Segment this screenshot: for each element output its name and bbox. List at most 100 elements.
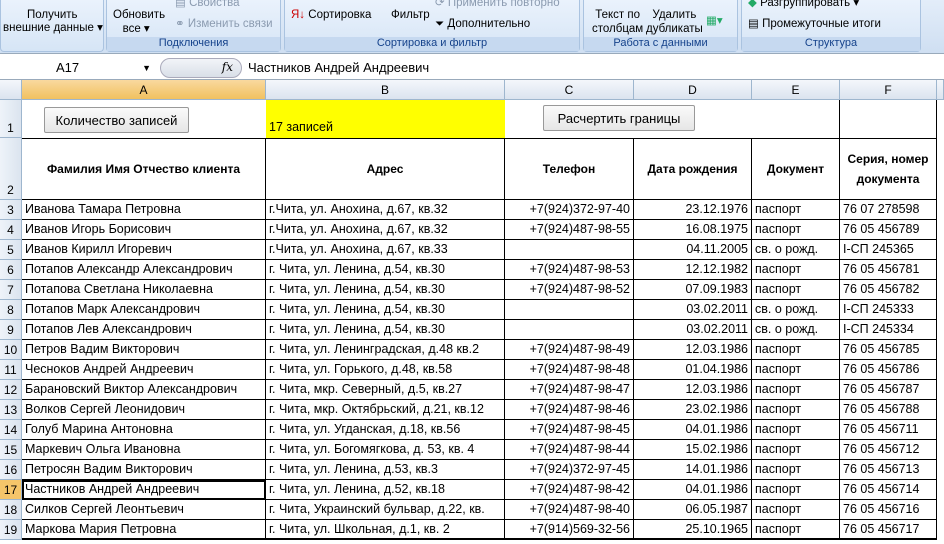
birth-date-cell[interactable]: 12.03.1986 [634,380,752,400]
row-header-15[interactable]: 15 [0,440,22,460]
birth-date-cell[interactable]: 14.01.1986 [634,460,752,480]
document-number-cell[interactable]: 76 05 456717 [840,520,937,540]
document-cell[interactable]: св. о рожд. [752,300,840,320]
birth-date-cell[interactable]: 07.09.1983 [634,280,752,300]
document-cell[interactable]: паспорт [752,480,840,500]
address-cell[interactable]: г. Чита, ул. Ленина, д.53, кв.3 [266,460,505,480]
phone-cell[interactable]: +7(924)487-98-42 [505,480,634,500]
row-header-19[interactable]: 19 [0,520,22,540]
address-cell[interactable]: г. Чита, ул. Ленина, д.54, кв.30 [266,300,505,320]
birth-date-cell[interactable]: 06.05.1987 [634,500,752,520]
data-validation-icon[interactable]: ▦▾ [706,14,723,28]
column-header-g[interactable] [937,80,944,100]
birth-date-cell[interactable]: 25.10.1965 [634,520,752,540]
phone-cell[interactable]: +7(914)569-32-56 [505,520,634,540]
address-cell[interactable]: г. Чита, ул. Угданская, д.18, кв.56 [266,420,505,440]
document-cell[interactable]: паспорт [752,280,840,300]
address-cell[interactable]: г.Чита, ул. Анохина, д.67, кв.33 [266,240,505,260]
document-number-cell[interactable]: 76 05 456786 [840,360,937,380]
document-number-cell[interactable]: 76 05 456713 [840,460,937,480]
row-header-2[interactable]: 2 [0,138,22,200]
row-header-5[interactable]: 5 [0,240,22,260]
address-cell[interactable]: г. Чита, ул. Ленина, д.54, кв.30 [266,280,505,300]
address-cell[interactable]: г. Чита, Украинский бульвар, д.22, кв. [266,500,505,520]
row-header-1[interactable]: 1 [0,100,22,138]
phone-cell[interactable]: +7(924)487-98-47 [505,380,634,400]
name-box[interactable]: A17 ▼ [0,58,155,78]
document-number-cell[interactable]: 76 05 456787 [840,380,937,400]
client-name-cell[interactable]: Волков Сергей Леонидович [22,400,266,420]
ungroup-button[interactable]: ◆ Разгруппировать ▾ [748,0,859,10]
document-cell[interactable]: паспорт [752,360,840,380]
address-cell[interactable]: г. Чита, ул. Школьная, д.1, кв. 2 [266,520,505,540]
client-name-cell[interactable]: Петросян Вадим Викторович [22,460,266,480]
client-name-cell[interactable]: Потапов Марк Александрович [22,300,266,320]
birth-date-cell[interactable]: 04.01.1986 [634,480,752,500]
phone-cell[interactable]: +7(924)487-98-52 [505,280,634,300]
phone-cell[interactable]: +7(924)487-98-55 [505,220,634,240]
row-header-10[interactable]: 10 [0,340,22,360]
phone-cell[interactable]: +7(924)487-98-53 [505,260,634,280]
text-to-columns-button[interactable]: Текст по столбцам [592,8,643,36]
row-header-12[interactable]: 12 [0,380,22,400]
birth-date-cell[interactable]: 23.02.1986 [634,400,752,420]
phone-cell[interactable]: +7(924)487-98-40 [505,500,634,520]
phone-cell[interactable] [505,300,634,320]
row-header-8[interactable]: 8 [0,300,22,320]
document-number-cell[interactable]: 76 05 456782 [840,280,937,300]
client-name-cell[interactable]: Иванов Игорь Борисович [22,220,266,240]
address-cell[interactable]: г.Чита, ул. Анохина, д.67, кв.32 [266,200,505,220]
document-number-cell[interactable]: 76 05 456711 [840,420,937,440]
chevron-down-icon[interactable]: ▼ [142,58,151,78]
document-cell[interactable]: паспорт [752,220,840,240]
filter-button[interactable]: Фильтр [391,8,430,22]
birth-date-cell[interactable]: 04.01.1986 [634,420,752,440]
document-cell[interactable]: паспорт [752,440,840,460]
phone-cell[interactable]: +7(924)372-97-40 [505,200,634,220]
draw-borders-button[interactable]: Расчертить границы [543,105,695,131]
document-number-cell[interactable]: 76 05 456716 [840,500,937,520]
column-header-A[interactable]: A [22,80,266,100]
client-name-cell[interactable]: Маркевич Ольга Ивановна [22,440,266,460]
document-cell[interactable]: паспорт [752,380,840,400]
sort-button[interactable]: Я↓ Сортировка [291,8,371,22]
client-name-cell[interactable]: Силков Сергей Леонтьевич [22,500,266,520]
row-header-11[interactable]: 11 [0,360,22,380]
remove-duplicates-button[interactable]: Удалить дубликаты [646,8,703,36]
get-external-data-button-line2[interactable]: внешние данные ▾ [3,21,103,35]
row-header-3[interactable]: 3 [0,200,22,220]
address-cell[interactable]: г. Чита, ул. Ленинградская, д.48 кв.2 [266,340,505,360]
address-cell[interactable]: г.Чита, ул. Анохина, д.67, кв.32 [266,220,505,240]
fx-icon[interactable]: fx [222,60,233,74]
advanced-button[interactable]: ⏷ Дополнительно [435,17,530,31]
phone-cell[interactable]: +7(924)487-98-48 [505,360,634,380]
birth-date-cell[interactable]: 12.12.1982 [634,260,752,280]
address-cell[interactable]: г. Чита, ул. Богомягкова, д. 53, кв. 4 [266,440,505,460]
birth-date-cell[interactable]: 03.02.2011 [634,320,752,340]
document-cell[interactable]: паспорт [752,520,840,540]
properties-button[interactable]: ▤ Свойства [175,0,240,10]
row-header-7[interactable]: 7 [0,280,22,300]
column-header-E[interactable]: E [752,80,840,100]
row-header-16[interactable]: 16 [0,460,22,480]
edit-links-button[interactable]: ⚭ Изменить связи [175,17,273,31]
formula-input[interactable]: Частников Андрей Андреевич [248,58,429,78]
document-number-cell[interactable]: 76 05 456714 [840,480,937,500]
client-name-cell[interactable]: Маркова Мария Петровна [22,520,266,540]
column-header-F[interactable]: F [840,80,937,100]
document-number-cell[interactable]: 76 07 278598 [840,200,937,220]
count-records-button[interactable]: Количество записей [44,107,189,133]
address-cell[interactable]: г. Чита, ул. Ленина, д.54, кв.30 [266,320,505,340]
phone-cell[interactable] [505,240,634,260]
row-header-4[interactable]: 4 [0,220,22,240]
row-header-6[interactable]: 6 [0,260,22,280]
birth-date-cell[interactable]: 03.02.2011 [634,300,752,320]
phone-cell[interactable]: +7(924)487-98-49 [505,340,634,360]
client-name-cell[interactable]: Иванов Кирилл Игоревич [22,240,266,260]
select-all-corner[interactable] [0,80,22,100]
document-cell[interactable]: паспорт [752,260,840,280]
subtotal-button[interactable]: ▤ Промежуточные итоги [748,17,881,31]
phone-cell[interactable]: +7(924)372-97-45 [505,460,634,480]
cell-f1[interactable] [840,100,937,139]
client-name-cell[interactable]: Потапова Светлана Николаевна [22,280,266,300]
